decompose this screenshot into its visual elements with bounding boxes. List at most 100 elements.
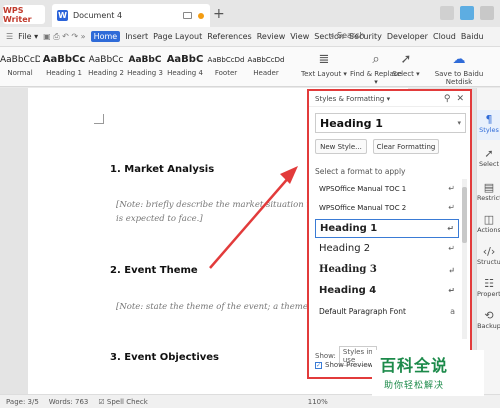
style-normal[interactable]: AaBbCcDd Normal xyxy=(0,51,40,77)
sidebar-label: Actions xyxy=(477,226,500,234)
preview-row[interactable]: ✓ Show Preview xyxy=(315,361,373,369)
sidebar-item-restrict[interactable]: ▤ Restrict xyxy=(477,178,500,208)
style-name: Heading 1 xyxy=(320,223,378,234)
status-bar: Page: 3/5 Words: 763 ☑ Spell Check 110% xyxy=(0,394,500,408)
style-footer[interactable]: AaBbCcDd Footer xyxy=(206,51,246,77)
sidebar-item-select[interactable]: ➚ Select xyxy=(477,144,500,174)
character-style-icon: a xyxy=(450,307,455,316)
doc-heading-3[interactable]: 3. Event Objectives xyxy=(110,352,219,363)
style-label: Heading 1 xyxy=(46,69,82,77)
document-tab-label: Document 4 xyxy=(73,11,123,20)
toolbar-icons[interactable]: ▣ ⎙ ↶ ↷ » xyxy=(43,32,85,42)
sidebar-item-styles[interactable]: ¶ Styles xyxy=(477,110,500,140)
menu-tab-home[interactable]: Home xyxy=(90,31,121,42)
watermark-subtitle: 助你轻松解决 xyxy=(384,381,445,391)
menu-file[interactable]: File ▾ xyxy=(18,32,38,41)
hamburger-icon[interactable]: ☰ xyxy=(6,32,13,41)
menu-tab-layout[interactable]: Page Layout xyxy=(153,32,202,41)
styles-icon: ¶ xyxy=(485,113,493,126)
minimize-icon[interactable] xyxy=(480,6,494,20)
list-item-heading-3[interactable]: Heading 3 ↵ xyxy=(315,260,459,279)
style-label: Footer xyxy=(214,69,238,77)
panel-title[interactable]: Styles & Formatting ▾ xyxy=(315,95,444,103)
menu-tab-developer[interactable]: Developer xyxy=(387,32,428,41)
list-item-heading-4[interactable]: Heading 4 ↵ xyxy=(315,281,459,300)
menu-tab-cloud[interactable]: Cloud xyxy=(433,32,456,41)
style-heading-2[interactable]: AaBbCc Heading 2 xyxy=(86,51,126,77)
menu-tab-references[interactable]: References xyxy=(207,32,251,41)
add-tab-button[interactable]: + xyxy=(213,6,225,22)
styles-panel: Styles & Formatting ▾ ⚲ ✕ Heading 1 ▾ Ne… xyxy=(307,89,472,379)
select-button[interactable]: ➚ Select ▾ xyxy=(388,50,424,78)
code-icon: ‹/› xyxy=(482,245,496,258)
cloud-icon: ☁ xyxy=(452,52,466,67)
sidebar-item-properties[interactable]: ☷ Properties xyxy=(477,274,500,304)
clear-format-button[interactable]: Clear Formatting xyxy=(373,139,439,154)
pin-icon[interactable]: ⚲ xyxy=(444,94,451,104)
style-label: Header xyxy=(253,69,279,77)
list-item-heading-1[interactable]: Heading 1 ↵ xyxy=(315,219,459,238)
sliders-icon: ☷ xyxy=(484,277,494,290)
sidebar-label: Properties xyxy=(477,290,500,298)
preview-label: Show Preview xyxy=(325,361,374,369)
list-item-toc-1[interactable]: WPSOffice Manual TOC 1 ↵ xyxy=(315,179,459,198)
style-label: Heading 4 xyxy=(167,69,203,77)
menu-tab-review[interactable]: Review xyxy=(257,32,286,41)
menu-tab-baidu[interactable]: Baidu xyxy=(461,32,484,41)
style-heading-3[interactable]: AaBbC Heading 3 xyxy=(126,51,164,77)
style-label: Normal xyxy=(7,69,33,77)
word-count[interactable]: Words: 763 xyxy=(49,398,89,406)
right-sidebar: ¶ Styles ➚ Select ▤ Restrict ◫ Actions ‹… xyxy=(476,88,500,394)
sidebar-label: Structure xyxy=(477,258,500,266)
doc-note-1-line-2[interactable]: is expected to face.] xyxy=(116,214,203,224)
text-layout-button[interactable]: ≣ Text Layout ▾ xyxy=(296,50,352,78)
sidebar-item-backup[interactable]: ⟲ Backup xyxy=(477,306,500,336)
select-label: Select ▾ xyxy=(392,70,420,78)
cursor-icon: ➚ xyxy=(484,147,494,160)
current-style-value: Heading 1 xyxy=(320,116,383,130)
search-label: Search xyxy=(337,31,365,40)
style-list-scroll-thumb[interactable] xyxy=(462,187,467,243)
paragraph-mark-icon: ↵ xyxy=(448,184,455,193)
save-baidu-button[interactable]: ☁ Save to Baidu Netdisk xyxy=(424,50,494,86)
chevron-down-icon: ▾ xyxy=(457,119,461,127)
style-list: WPSOffice Manual TOC 1 ↵ WPSOffice Manua… xyxy=(315,179,459,339)
doc-heading-2[interactable]: 2. Event Theme xyxy=(110,265,198,276)
style-heading-1[interactable]: AaBbCc Heading 1 xyxy=(42,51,86,77)
spell-check-button[interactable]: ☑ Spell Check xyxy=(98,398,147,406)
list-item-default-font[interactable]: Default Paragraph Font a xyxy=(315,302,459,321)
list-item-heading-2[interactable]: Heading 2 ↵ xyxy=(315,239,459,258)
zoom-level[interactable]: 110% xyxy=(308,398,328,406)
sidebar-label: Backup xyxy=(477,322,500,330)
menu-tab-insert[interactable]: Insert xyxy=(125,32,148,41)
sidebar-item-structure[interactable]: ‹/› Structure xyxy=(477,242,500,272)
screen-icon[interactable] xyxy=(183,12,192,19)
paragraph-mark-icon: ↵ xyxy=(448,244,455,253)
menu-tab-view[interactable]: View xyxy=(290,32,309,41)
pick-format-label: Select a format to apply xyxy=(315,167,406,176)
style-name: Heading 4 xyxy=(319,285,377,296)
style-header[interactable]: AaBbCcDd Header xyxy=(246,51,286,77)
wps-app-tab[interactable]: WPS Writer xyxy=(3,5,45,24)
search-button[interactable]: ⌕ Search xyxy=(330,31,365,41)
spell-check-label: Spell Check xyxy=(106,397,148,406)
doc-heading-1[interactable]: 1. Market Analysis xyxy=(110,164,214,175)
show-label: Show: xyxy=(315,352,336,360)
document-icon: W xyxy=(57,10,68,21)
sidebar-item-actions[interactable]: ◫ Actions xyxy=(477,210,500,240)
list-item-toc-2[interactable]: WPSOffice Manual TOC 2 ↵ xyxy=(315,198,459,217)
style-name: Heading 2 xyxy=(319,243,371,254)
page-count[interactable]: Page: 3/5 xyxy=(6,398,39,406)
close-icon[interactable]: ✕ xyxy=(456,94,464,104)
style-sample: AaBbC xyxy=(128,55,162,65)
window-icon-1[interactable] xyxy=(440,6,454,20)
new-style-button[interactable]: New Style... xyxy=(315,139,367,154)
style-name: Heading 3 xyxy=(319,264,377,275)
preview-checkbox[interactable]: ✓ xyxy=(315,361,322,369)
window-icon-2[interactable] xyxy=(460,6,474,20)
style-heading-4[interactable]: AaBbC Heading 4 xyxy=(164,51,206,77)
current-style-select[interactable]: Heading 1 ▾ xyxy=(315,113,466,133)
margin-corner-mark xyxy=(94,114,104,124)
document-tab[interactable]: W Document 4 xyxy=(52,4,210,27)
window-buttons xyxy=(440,6,494,20)
